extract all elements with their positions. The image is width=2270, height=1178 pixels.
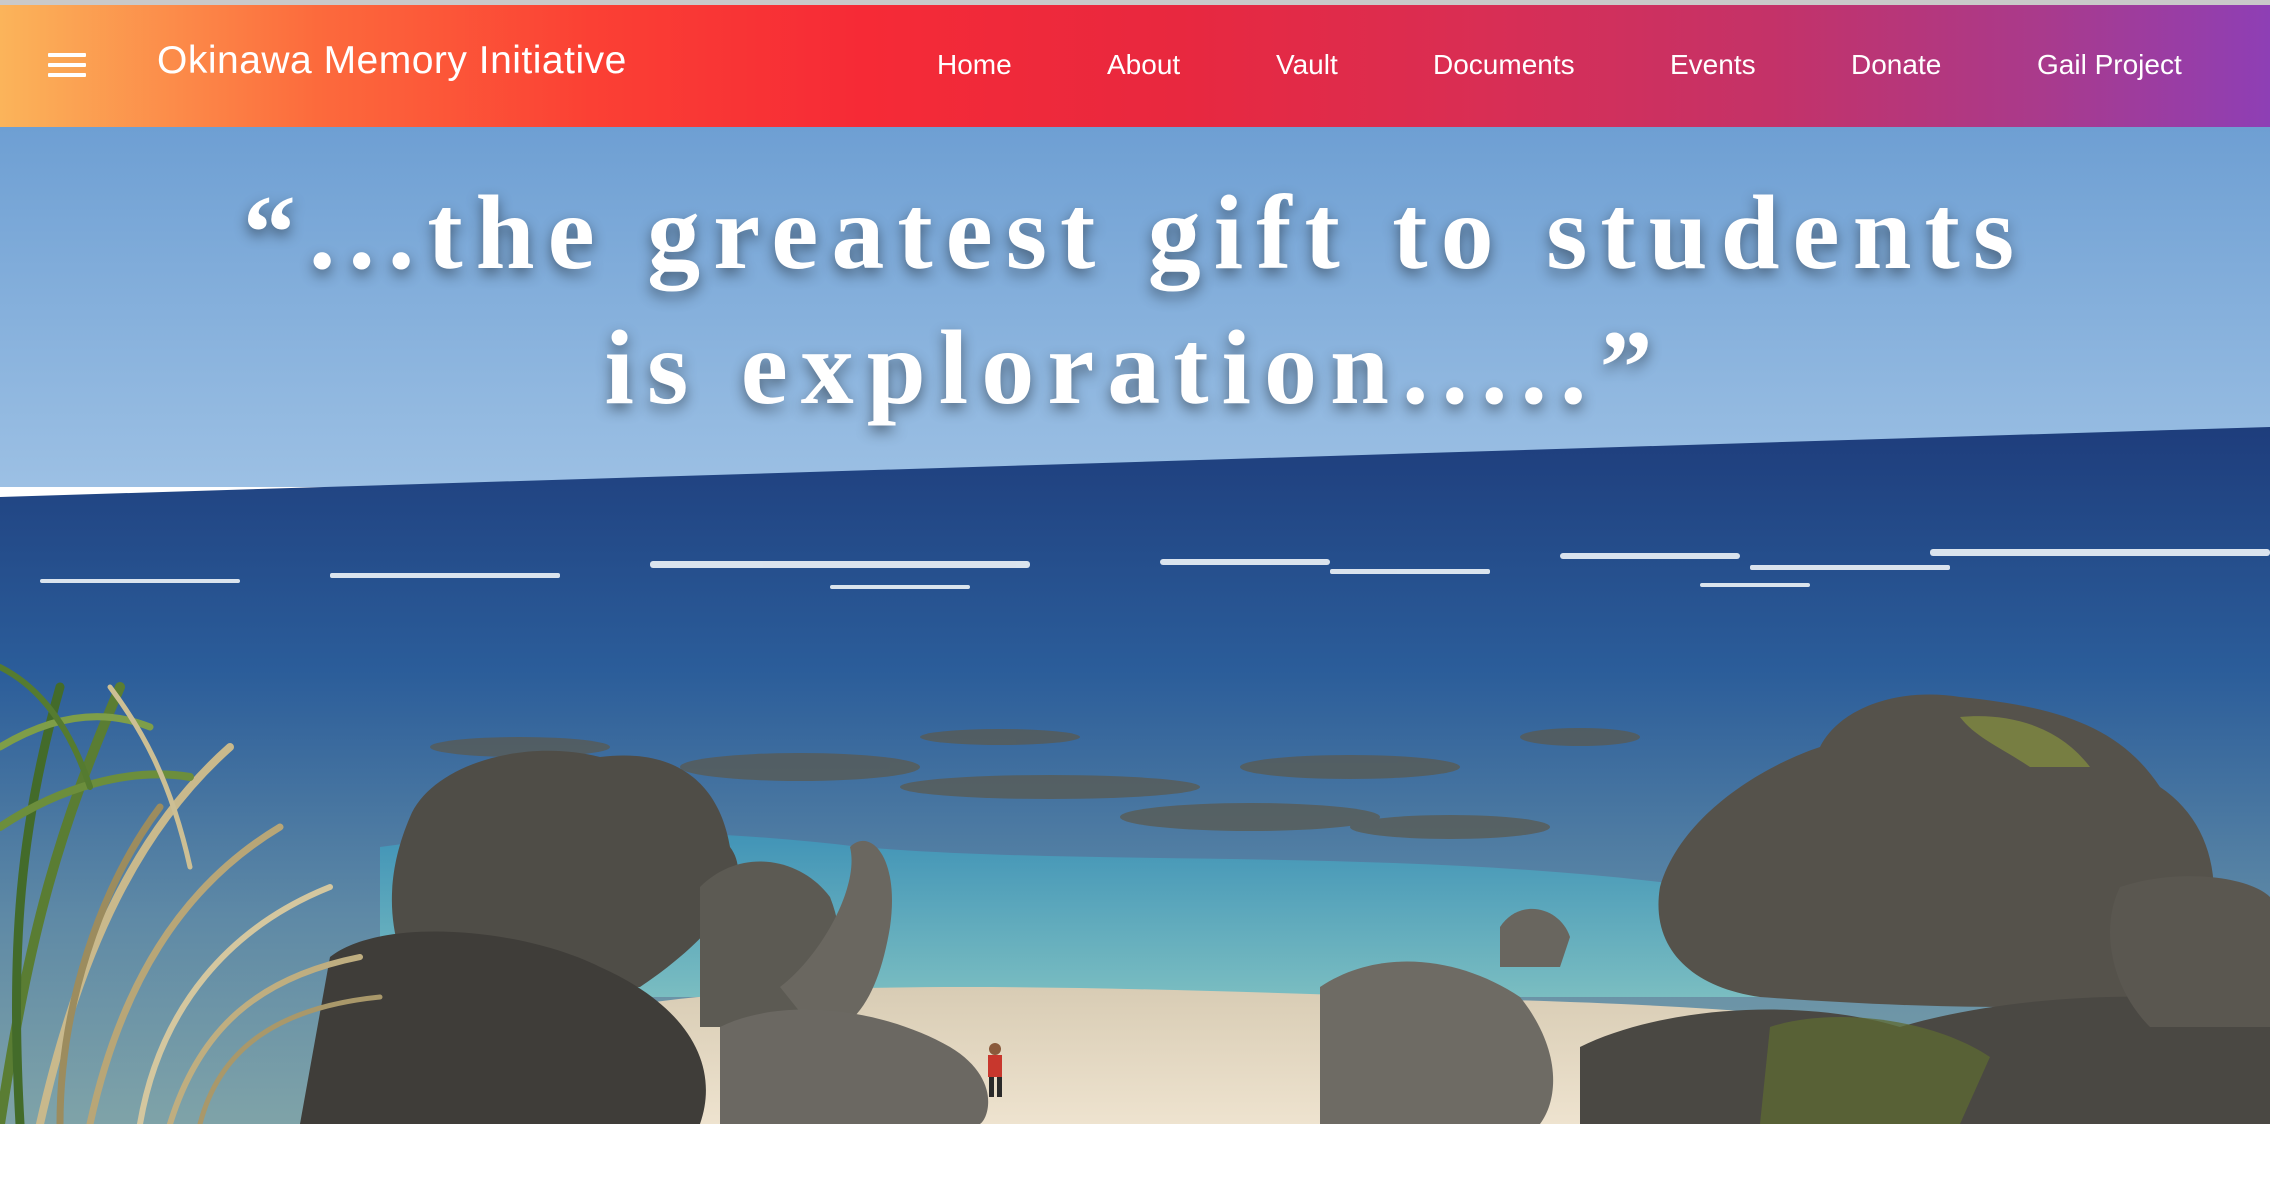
nav-donate[interactable]: Donate — [1851, 49, 1941, 81]
hero-banner: “...the greatest gift to students is exp… — [0, 127, 2270, 1124]
nav-about[interactable]: About — [1107, 49, 1180, 81]
hero-quote-line-1: “...the greatest gift to students — [242, 174, 2028, 291]
top-navigation-bar: Okinawa Memory Initiative Home About Vau… — [0, 5, 2270, 127]
hero-quote-line-2: is exploration.....” — [604, 309, 1666, 426]
site-title[interactable]: Okinawa Memory Initiative — [157, 39, 627, 83]
hamburger-menu-icon[interactable] — [48, 51, 88, 79]
nav-events[interactable]: Events — [1670, 49, 1756, 81]
nav-home[interactable]: Home — [937, 49, 1012, 81]
nav-vault[interactable]: Vault — [1276, 49, 1338, 81]
nav-gail-project[interactable]: Gail Project — [2037, 49, 2182, 81]
nav-documents[interactable]: Documents — [1433, 49, 1575, 81]
